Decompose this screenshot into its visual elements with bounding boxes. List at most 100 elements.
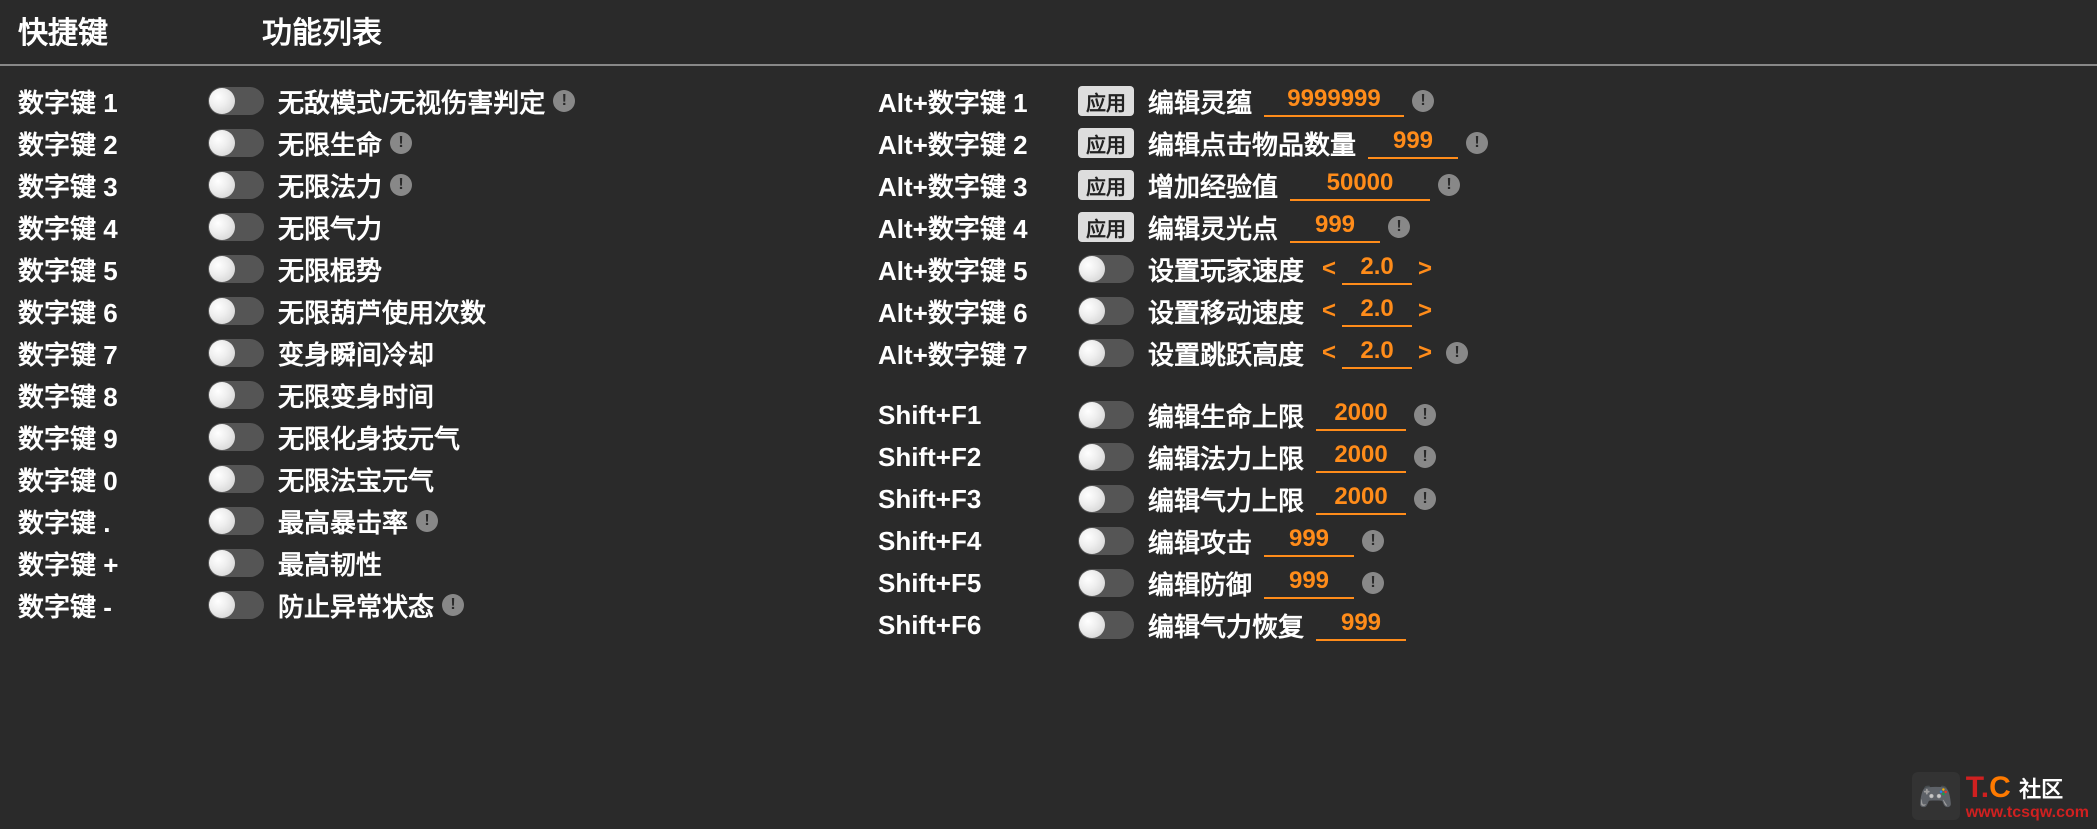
info-icon[interactable]: ! — [390, 132, 412, 154]
cheat-row: 数字键 6无限葫芦使用次数 — [18, 290, 868, 332]
info-icon[interactable]: ! — [416, 510, 438, 532]
function-label: 设置跳跃高度 — [1148, 335, 1304, 372]
function-label: 无限葫芦使用次数 — [278, 293, 486, 330]
function-label: 设置移动速度 — [1148, 293, 1304, 330]
toggle-switch[interactable] — [208, 255, 264, 283]
toggle-switch[interactable] — [1078, 527, 1134, 555]
apply-button[interactable]: 应用 — [1078, 128, 1134, 158]
info-icon[interactable]: ! — [1412, 90, 1434, 112]
info-icon[interactable]: ! — [1446, 342, 1468, 364]
hotkey-label: Shift+F3 — [878, 484, 1078, 515]
value-input[interactable]: 999 — [1290, 211, 1380, 243]
step-decrease[interactable]: < — [1316, 255, 1342, 283]
hotkey-label: 数字键 4 — [18, 209, 208, 246]
info-icon[interactable]: ! — [1362, 572, 1384, 594]
info-icon[interactable]: ! — [1466, 132, 1488, 154]
toggle-switch[interactable] — [1078, 255, 1134, 283]
value-input[interactable]: 2000 — [1316, 399, 1406, 431]
value-input[interactable]: 9999999 — [1264, 85, 1404, 117]
info-icon[interactable]: ! — [1362, 530, 1384, 552]
watermark-url: www.tcsqw.com — [1966, 805, 2089, 821]
info-icon[interactable]: ! — [1414, 488, 1436, 510]
function-label: 编辑防御 — [1148, 565, 1252, 602]
hotkey-label: 数字键 + — [18, 545, 208, 582]
cheat-row: Shift+F2编辑法力上限2000! — [878, 436, 2079, 478]
toggle-switch[interactable] — [208, 465, 264, 493]
step-value[interactable]: 2.0 — [1342, 337, 1412, 369]
info-icon[interactable]: ! — [1388, 216, 1410, 238]
step-value[interactable]: 2.0 — [1342, 295, 1412, 327]
cheat-row: 数字键 -防止异常状态! — [18, 584, 868, 626]
toggle-switch[interactable] — [1078, 401, 1134, 429]
apply-button[interactable]: 应用 — [1078, 212, 1134, 242]
value-input[interactable]: 999 — [1264, 567, 1354, 599]
toggle-switch[interactable] — [208, 87, 264, 115]
hotkey-label: 数字键 2 — [18, 125, 208, 162]
step-increase[interactable]: > — [1412, 297, 1438, 325]
function-label: 无敌模式/无视伤害判定 — [278, 83, 545, 120]
toggle-switch[interactable] — [208, 507, 264, 535]
apply-button[interactable]: 应用 — [1078, 86, 1134, 116]
value-input[interactable]: 50000 — [1290, 169, 1430, 201]
value-input[interactable]: 999 — [1316, 609, 1406, 641]
hotkey-label: Alt+数字键 2 — [878, 125, 1078, 162]
toggle-switch[interactable] — [208, 213, 264, 241]
toggle-switch[interactable] — [208, 549, 264, 577]
hotkey-label: Alt+数字键 4 — [878, 209, 1078, 246]
toggle-switch[interactable] — [208, 423, 264, 451]
cheat-row: Alt+数字键 2应用编辑点击物品数量999! — [878, 122, 2079, 164]
step-decrease[interactable]: < — [1316, 297, 1342, 325]
info-icon[interactable]: ! — [390, 174, 412, 196]
cheat-row: Shift+F1编辑生命上限2000! — [878, 394, 2079, 436]
toggle-switch[interactable] — [1078, 339, 1134, 367]
info-icon[interactable]: ! — [1414, 404, 1436, 426]
step-value[interactable]: 2.0 — [1342, 253, 1412, 285]
info-icon[interactable]: ! — [442, 594, 464, 616]
toggle-switch[interactable] — [208, 339, 264, 367]
toggle-switch[interactable] — [1078, 443, 1134, 471]
hotkey-label: Shift+F5 — [878, 568, 1078, 599]
function-label: 编辑气力上限 — [1148, 481, 1304, 518]
watermark: 🎮 T.C 社区 www.tcsqw.com — [1912, 771, 2089, 821]
step-decrease[interactable]: < — [1316, 339, 1342, 367]
cheat-row: 数字键 4无限气力 — [18, 206, 868, 248]
toggle-switch[interactable] — [1078, 297, 1134, 325]
hotkey-label: 数字键 8 — [18, 377, 208, 414]
function-label: 最高韧性 — [278, 545, 382, 582]
function-label: 无限法力 — [278, 167, 382, 204]
toggle-switch[interactable] — [1078, 485, 1134, 513]
info-icon[interactable]: ! — [1438, 174, 1460, 196]
watermark-c: C — [1989, 771, 2011, 804]
toggle-switch[interactable] — [1078, 569, 1134, 597]
cheat-row: Shift+F4编辑攻击999! — [878, 520, 2079, 562]
stepper: <2.0> — [1316, 253, 1438, 285]
toggle-switch[interactable] — [208, 591, 264, 619]
watermark-sub: 社区 — [2019, 777, 2063, 802]
step-increase[interactable]: > — [1412, 255, 1438, 283]
toggle-switch[interactable] — [208, 297, 264, 325]
value-input[interactable]: 2000 — [1316, 441, 1406, 473]
value-input[interactable]: 2000 — [1316, 483, 1406, 515]
toggle-switch[interactable] — [208, 171, 264, 199]
cheat-row: 数字键 + 最高韧性 — [18, 542, 868, 584]
cheat-row: Alt+数字键 4应用编辑灵光点 999! — [878, 206, 2079, 248]
function-label: 编辑灵光点 — [1148, 209, 1278, 246]
hotkey-label: Shift+F2 — [878, 442, 1078, 473]
toggle-switch[interactable] — [1078, 611, 1134, 639]
apply-button[interactable]: 应用 — [1078, 170, 1134, 200]
watermark-t: T — [1966, 771, 1981, 804]
info-icon[interactable]: ! — [1414, 446, 1436, 468]
toggle-switch[interactable] — [208, 129, 264, 157]
toggle-switch[interactable] — [208, 381, 264, 409]
info-icon[interactable]: ! — [553, 90, 575, 112]
hotkey-label: 数字键 7 — [18, 335, 208, 372]
cheat-row: 数字键 .最高暴击率! — [18, 500, 868, 542]
step-increase[interactable]: > — [1412, 339, 1438, 367]
hotkey-label: Alt+数字键 7 — [878, 335, 1078, 372]
hotkey-label: 数字键 9 — [18, 419, 208, 456]
value-input[interactable]: 999 — [1264, 525, 1354, 557]
value-input[interactable]: 999 — [1368, 127, 1458, 159]
hotkey-label: 数字键 1 — [18, 83, 208, 120]
cheat-row: 数字键 1 无敌模式/无视伤害判定! — [18, 80, 868, 122]
hotkey-label: 数字键 5 — [18, 251, 208, 288]
